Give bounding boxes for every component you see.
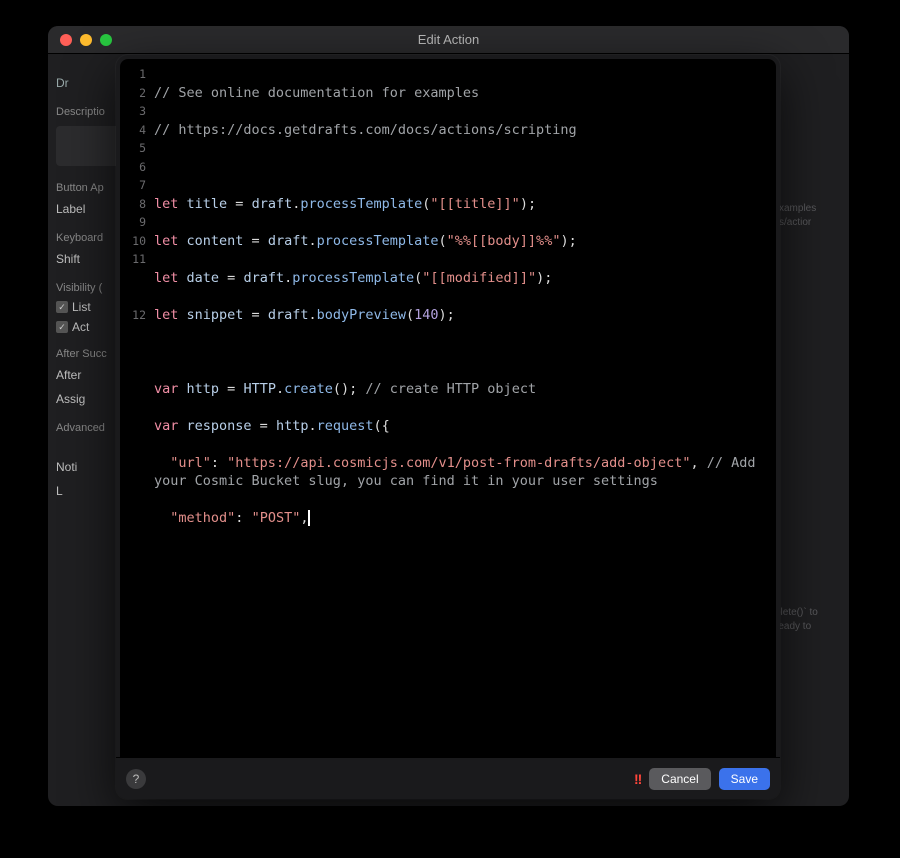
cancel-button[interactable]: Cancel (649, 768, 710, 790)
save-button[interactable]: Save (719, 768, 770, 790)
right-hint-text-2: plete()` to ready to (775, 606, 839, 634)
fullscreen-icon[interactable] (100, 34, 112, 46)
code-content[interactable]: // See online documentation for examples… (154, 65, 776, 757)
modal-footer: ? !! Cancel Save (116, 757, 780, 799)
help-button[interactable]: ? (126, 769, 146, 789)
titlebar: Edit Action (48, 26, 849, 54)
close-icon[interactable] (60, 34, 72, 46)
traffic-lights (60, 34, 112, 46)
script-editor-modal: 1 2 3 4 5 6 7 8 9 10 11 12 // See online… (116, 55, 780, 799)
checkbox-act-label: Act (72, 320, 89, 334)
code-editor[interactable]: 1 2 3 4 5 6 7 8 9 10 11 12 // See online… (120, 59, 776, 757)
minimize-icon[interactable] (80, 34, 92, 46)
checkbox-list-label: List (72, 300, 91, 314)
line-number-gutter: 1 2 3 4 5 6 7 8 9 10 11 12 (120, 65, 154, 757)
window-title: Edit Action (48, 32, 849, 47)
right-hint-text-1: xamples s/actior (779, 202, 839, 230)
text-cursor (308, 510, 310, 526)
warning-icon: !! (634, 771, 641, 787)
